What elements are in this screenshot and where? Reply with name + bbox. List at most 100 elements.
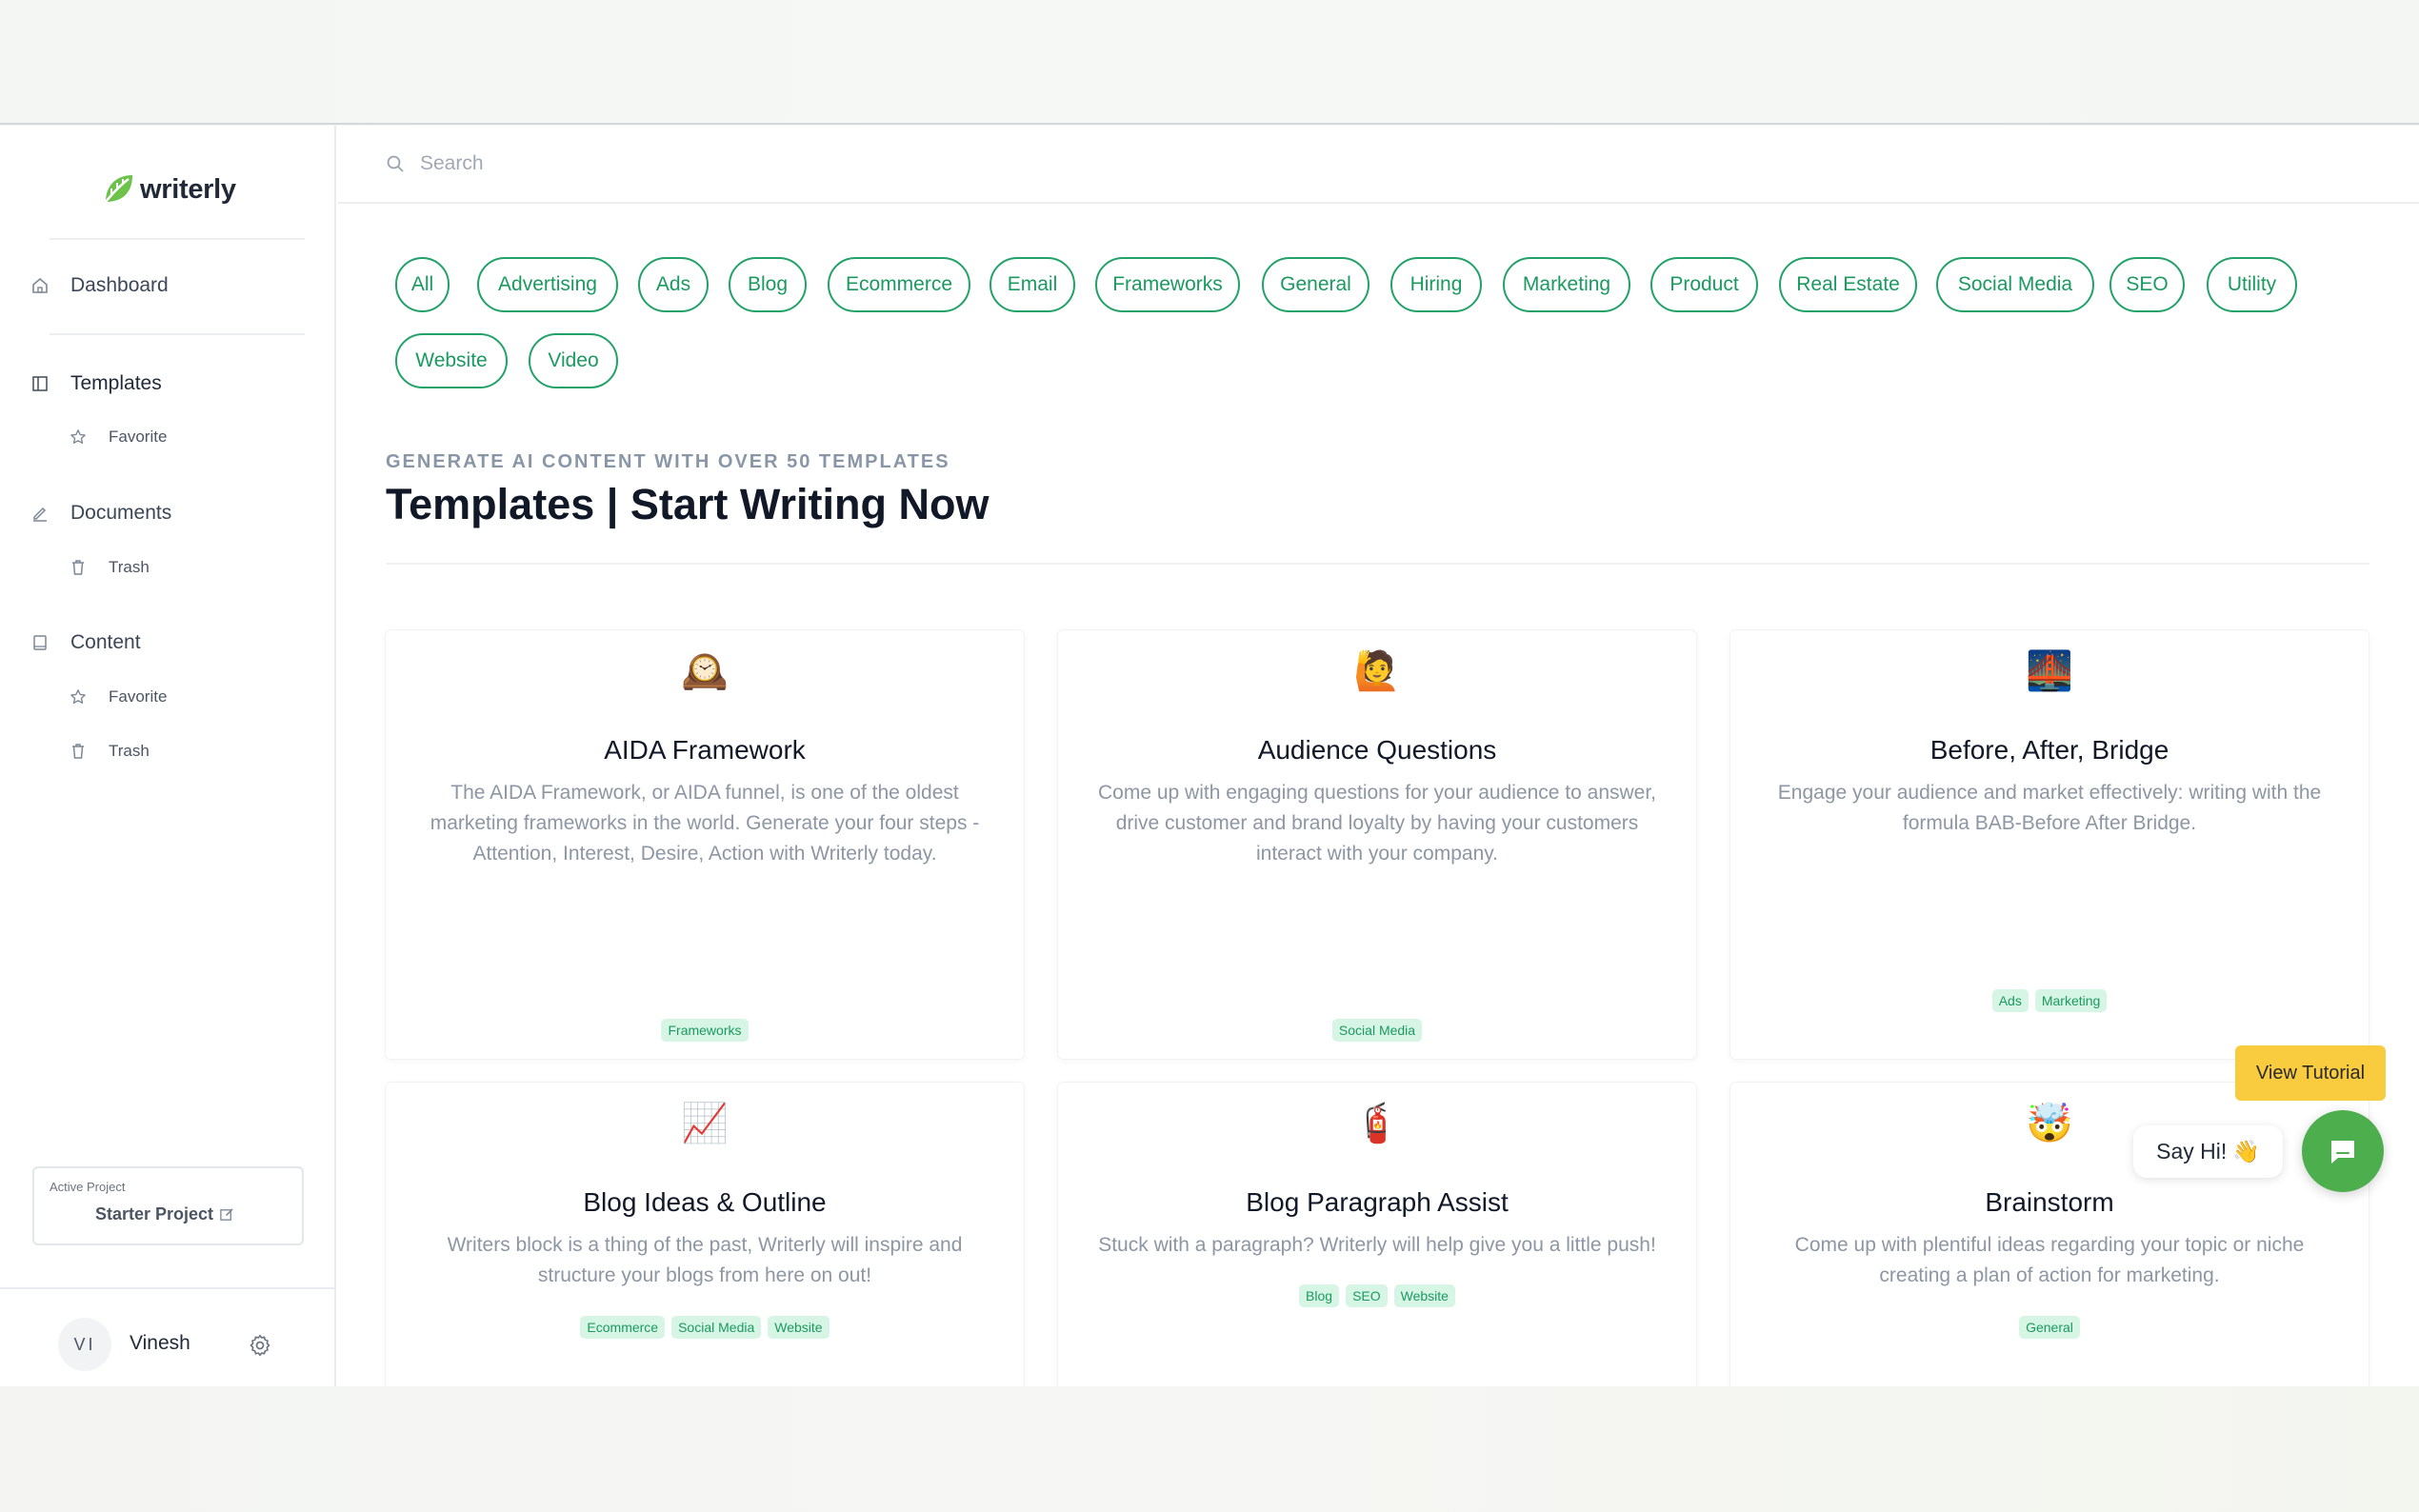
star-icon bbox=[69, 687, 88, 706]
card-description: Engage your audience and market effectiv… bbox=[1777, 782, 2322, 834]
fire-extinguisher-icon: 🧯 bbox=[1353, 1103, 1401, 1144]
trash-icon bbox=[69, 558, 88, 577]
filter-chip-utility[interactable]: Utility bbox=[2207, 257, 2297, 312]
filter-chip-general[interactable]: General bbox=[1262, 257, 1369, 312]
tag-badge: Blog bbox=[1299, 1284, 1340, 1307]
sidebar-item-label: Dashboard bbox=[70, 274, 169, 296]
active-project-card[interactable]: Active Project Starter Project bbox=[32, 1166, 304, 1245]
chat-bubble-icon bbox=[2331, 1141, 2354, 1164]
sidebar-divider bbox=[50, 333, 305, 335]
sidebar-item-label: Content bbox=[70, 631, 141, 653]
filter-chip-frameworks[interactable]: Frameworks bbox=[1095, 257, 1240, 312]
tag-badge: Ads bbox=[1991, 989, 2029, 1012]
tag-badge: Ecommerce bbox=[580, 1316, 666, 1339]
filter-chip-all[interactable]: All bbox=[395, 257, 450, 312]
avatar[interactable]: VI bbox=[58, 1318, 111, 1371]
page-title: Templates | Start Writing Now bbox=[386, 480, 990, 528]
filter-chip-marketing[interactable]: Marketing bbox=[1503, 257, 1630, 312]
filter-chip-website[interactable]: Website bbox=[395, 333, 508, 388]
bridge-at-night-icon: 🌉 bbox=[2026, 650, 2073, 692]
sidebar-item-label: Templates bbox=[70, 372, 162, 394]
sidebar-subitem-content-trash[interactable]: Trash bbox=[69, 737, 150, 766]
sidebar-item-label: Documents bbox=[70, 502, 172, 524]
user-name: Vinesh bbox=[130, 1332, 190, 1354]
user-bar: VI Vinesh bbox=[0, 1287, 336, 1386]
say-hi-bubble[interactable]: Say Hi! 👋 bbox=[2133, 1125, 2283, 1178]
sidebar-subitem-documents-trash[interactable]: Trash bbox=[69, 553, 150, 582]
sidebar-subitem-templates-favorite[interactable]: Favorite bbox=[69, 423, 167, 451]
filter-chip-hiring[interactable]: Hiring bbox=[1390, 257, 1482, 312]
sidebar-item-label: Trash bbox=[109, 558, 150, 576]
gear-icon[interactable] bbox=[248, 1333, 272, 1358]
card-description: Come up with plentiful ideas regarding y… bbox=[1794, 1234, 2305, 1286]
view-tutorial-button[interactable]: View Tutorial bbox=[2235, 1045, 2386, 1101]
active-project-name[interactable]: Starter Project bbox=[95, 1204, 235, 1224]
logo[interactable]: writerly bbox=[100, 169, 236, 210]
template-card-blog-ideas-outline[interactable]: 📈 Blog Ideas & Outline Writers block is … bbox=[386, 1083, 1024, 1386]
tag-badge: Website bbox=[1393, 1284, 1455, 1307]
sidebar-item-dashboard[interactable]: Dashboard bbox=[30, 269, 169, 303]
card-title: Blog Ideas & Outline bbox=[583, 1187, 827, 1217]
say-hi-text: Say Hi! bbox=[2156, 1139, 2228, 1164]
tag-badge: General bbox=[2019, 1316, 2080, 1339]
app-window: writerly Dashboard Templates Favorite Do… bbox=[0, 126, 2419, 1386]
filter-chip-email[interactable]: Email bbox=[990, 257, 1075, 312]
tag-badge: Website bbox=[768, 1316, 830, 1339]
template-card-blog-paragraph-assist[interactable]: 🧯 Blog Paragraph Assist Stuck with a par… bbox=[1058, 1083, 1696, 1386]
filter-chip-advertising[interactable]: Advertising bbox=[477, 257, 618, 312]
template-card-before-after-bridge[interactable]: 🌉 Before, After, Bridge Engage your audi… bbox=[1730, 630, 2369, 1157]
card-title: AIDA Framework bbox=[604, 735, 806, 765]
sidebar-item-label: Trash bbox=[109, 742, 150, 760]
edit-icon bbox=[30, 504, 50, 523]
trash-icon bbox=[69, 742, 88, 761]
card-description: Writers block is a thing of the past, Wr… bbox=[447, 1234, 963, 1286]
chart-increasing-icon: 📈 bbox=[681, 1103, 729, 1144]
template-card-audience-questions[interactable]: 🙋 Audience Questions Come up with engagi… bbox=[1058, 630, 1696, 1157]
sidebar-item-label: Favorite bbox=[109, 428, 168, 446]
mantel-clock-icon: 🕰️ bbox=[681, 650, 729, 692]
card-tags: Ecommerce Social Media Website bbox=[386, 1316, 1024, 1339]
browser-top-band bbox=[0, 0, 2419, 125]
chat-launcher-button[interactable] bbox=[2302, 1110, 2384, 1192]
page-eyebrow: GENERATE AI CONTENT WITH OVER 50 TEMPLAT… bbox=[386, 451, 950, 472]
sidebar-item-documents[interactable]: Documents bbox=[30, 496, 171, 530]
card-title: Before, After, Bridge bbox=[1929, 735, 2169, 765]
card-title: Brainstorm bbox=[1985, 1187, 2114, 1217]
search-bar bbox=[338, 126, 2419, 204]
sidebar-item-templates[interactable]: Templates bbox=[30, 367, 162, 401]
filter-chip-real-estate[interactable]: Real Estate bbox=[1779, 257, 1917, 312]
star-icon bbox=[69, 428, 88, 447]
logo-text: writerly bbox=[140, 173, 236, 205]
filter-chip-video[interactable]: Video bbox=[529, 333, 618, 388]
filter-chip-social-media[interactable]: Social Media bbox=[1936, 257, 2094, 312]
layout-icon bbox=[30, 374, 50, 393]
raising-hand-icon: 🙋 bbox=[1353, 650, 1401, 692]
sidebar: writerly Dashboard Templates Favorite Do… bbox=[0, 126, 336, 1386]
filter-chip-seo[interactable]: SEO bbox=[2109, 257, 2185, 312]
filter-chip-blog[interactable]: Blog bbox=[729, 257, 807, 312]
card-description: Stuck with a paragraph? Writerly will he… bbox=[1098, 1234, 1656, 1256]
sidebar-subitem-content-favorite[interactable]: Favorite bbox=[69, 683, 167, 711]
card-tags: Ads Marketing bbox=[1730, 989, 2369, 1012]
card-tags: General bbox=[1730, 1316, 2369, 1339]
book-icon bbox=[30, 633, 50, 652]
header-divider bbox=[386, 563, 2369, 565]
sidebar-item-content[interactable]: Content bbox=[30, 626, 141, 660]
card-description: The AIDA Framework, or AIDA funnel, is o… bbox=[430, 782, 980, 865]
filter-chip-ecommerce[interactable]: Ecommerce bbox=[828, 257, 970, 312]
tag-badge: Social Media bbox=[1331, 1019, 1423, 1042]
card-tags: Social Media bbox=[1058, 1019, 1696, 1042]
search-input[interactable] bbox=[420, 152, 991, 175]
card-description: Come up with engaging questions for your… bbox=[1097, 782, 1657, 865]
project-name-text: Starter Project bbox=[95, 1204, 214, 1224]
edit-project-icon[interactable] bbox=[219, 1206, 235, 1223]
card-tags: Blog SEO Website bbox=[1058, 1284, 1696, 1307]
filter-chip-ads[interactable]: Ads bbox=[638, 257, 709, 312]
active-project-label: Active Project bbox=[50, 1180, 126, 1194]
home-icon bbox=[30, 276, 50, 295]
filter-chip-product[interactable]: Product bbox=[1650, 257, 1758, 312]
tag-badge: Frameworks bbox=[661, 1019, 749, 1042]
waving-hand-icon: 👋 bbox=[2232, 1139, 2260, 1164]
sidebar-divider bbox=[50, 238, 305, 240]
template-card-aida-framework[interactable]: 🕰️ AIDA Framework The AIDA Framework, or… bbox=[386, 630, 1024, 1157]
